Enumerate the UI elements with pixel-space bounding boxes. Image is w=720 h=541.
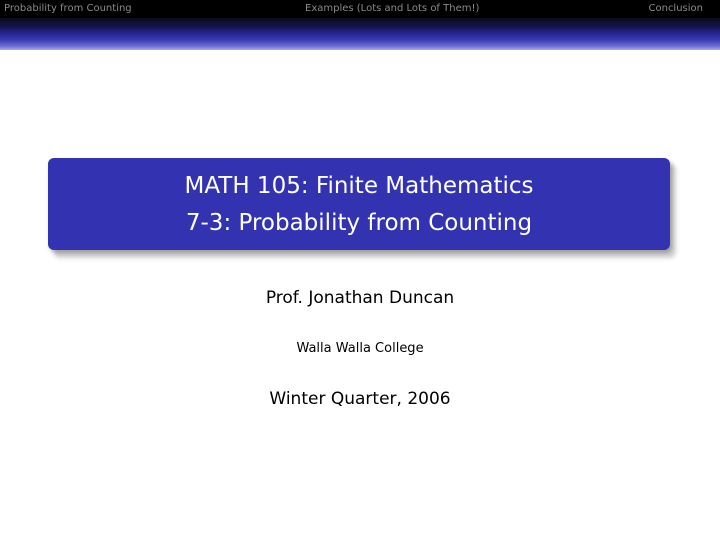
nav-section-probability-from-counting[interactable]: Probability from Counting	[4, 2, 132, 16]
header-gradient-band	[0, 18, 720, 50]
title-box: MATH 105: Finite Mathematics 7-3: Probab…	[48, 158, 670, 250]
presentation-date: Winter Quarter, 2006	[269, 389, 451, 409]
slide-title-line-2: 7-3: Probability from Counting	[185, 210, 533, 236]
institute-name: Walla Walla College	[296, 341, 424, 356]
top-navigation-bar: Probability from Counting Examples (Lots…	[0, 0, 720, 18]
nav-section-examples[interactable]: Examples (Lots and Lots of Them!)	[305, 2, 479, 16]
nav-section-conclusion[interactable]: Conclusion	[649, 2, 704, 16]
author-name: Prof. Jonathan Duncan	[265, 288, 455, 308]
slide-title-line-1: MATH 105: Finite Mathematics	[184, 173, 534, 199]
